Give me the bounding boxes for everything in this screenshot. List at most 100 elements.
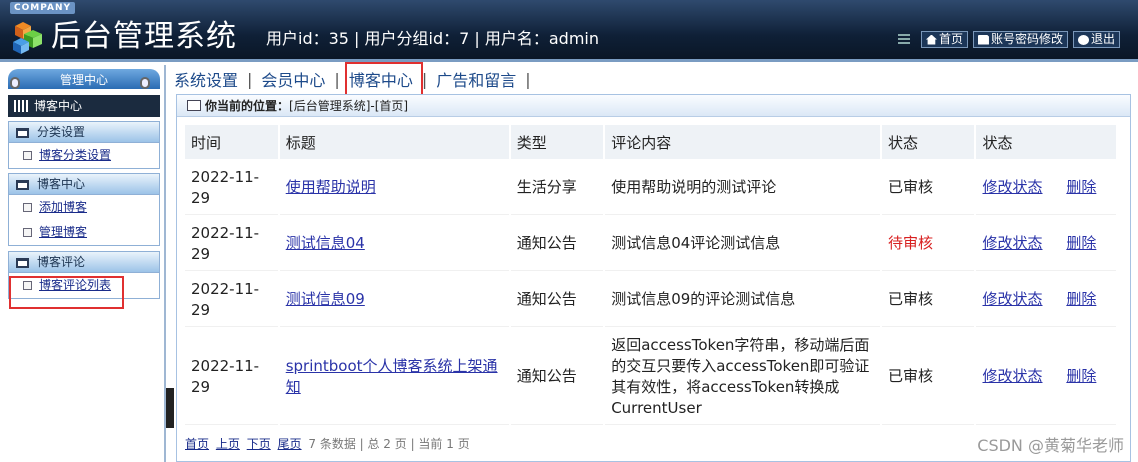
cell-actions: 修改状态 删除	[976, 217, 1116, 271]
page-icon	[23, 203, 32, 212]
title-link[interactable]: sprintboot个人博客系统上架通知	[286, 357, 498, 396]
panel-icon	[16, 258, 29, 268]
tab-ads-messages[interactable]: 广告和留言	[430, 67, 522, 91]
col-comment: 评论内容	[605, 125, 880, 159]
group-header[interactable]: 分类设置	[9, 122, 159, 143]
delete-link[interactable]: 删除	[1066, 234, 1096, 252]
group-header[interactable]: 博客中心	[9, 174, 159, 195]
title-link[interactable]: 使用帮助说明	[286, 178, 376, 196]
cell-status: 已审核	[881, 161, 975, 215]
edit-status-link[interactable]: 修改状态	[982, 367, 1042, 385]
tab-separator: |	[525, 69, 531, 89]
cell-comment: 测试信息04评论测试信息	[605, 217, 880, 271]
window-icon	[187, 100, 201, 111]
cell-actions: 修改状态 删除	[976, 329, 1116, 425]
table-row: 2022-11-29 测试信息09 通知公告 测试信息09的评论测试信息 已审核…	[185, 273, 1116, 327]
tab-separator: |	[247, 69, 253, 89]
cell-actions: 修改状态 删除	[976, 161, 1116, 215]
cell-time: 2022-11-29	[185, 329, 278, 425]
col-time: 时间	[185, 125, 278, 159]
pin-right-icon	[140, 77, 150, 89]
change-password-link[interactable]: 账号密码修改	[972, 31, 1068, 48]
user-info: 用户id：35 | 用户分组id：7 | 用户名：admin	[266, 29, 600, 48]
breadcrumb: 你当前的位置：[后台管理系统]-[首页]	[177, 95, 1130, 117]
cell-time: 2022-11-29	[185, 273, 278, 327]
panel-icon	[16, 180, 29, 190]
edit-status-link[interactable]: 修改状态	[982, 290, 1042, 308]
comment-table: 时间 标题 类型 评论内容 状态 状态 2022-11-29 使用帮助说明 生活…	[183, 123, 1118, 427]
delete-link[interactable]: 删除	[1066, 178, 1096, 196]
sidebar: 管理中心 博客中心 分类设置 博客分类设置 博客中心 添加博客 管理博客 博客评…	[0, 65, 166, 462]
sidebar-item-manage-blog[interactable]: 管理博客	[9, 220, 159, 245]
home-link[interactable]: 首页	[920, 31, 968, 48]
cell-status: 已审核	[881, 273, 975, 327]
cell-type: 通知公告	[510, 273, 604, 327]
main-content: 你当前的位置：[后台管理系统]-[首页] 时间 标题 类型 评论内容 状态 状态…	[176, 94, 1131, 462]
cell-title: 使用帮助说明	[279, 161, 509, 215]
col-actions: 状态	[976, 125, 1116, 159]
col-type: 类型	[510, 125, 604, 159]
sidebar-item-add-blog[interactable]: 添加博客	[9, 195, 159, 220]
group-header[interactable]: 博客评论	[9, 252, 159, 273]
cell-type: 通知公告	[510, 217, 604, 271]
edit-status-link[interactable]: 修改状态	[982, 178, 1042, 196]
page-icon	[23, 151, 32, 160]
delete-link[interactable]: 删除	[1066, 290, 1096, 308]
col-status: 状态	[881, 125, 975, 159]
mgmt-center-title: 管理中心	[8, 69, 160, 89]
title-link[interactable]: 测试信息09	[286, 290, 365, 308]
pager-summary: 7 条数据 | 总 2 页 | 当前 1 页	[308, 437, 470, 451]
table-row: 2022-11-29 使用帮助说明 生活分享 使用帮助说明的测试评论 已审核 修…	[185, 161, 1116, 215]
cell-comment: 使用帮助说明的测试评论	[605, 161, 880, 215]
company-badge: COMPANY	[10, 2, 75, 14]
cube-logo-icon	[13, 22, 42, 54]
title-link[interactable]: 测试信息04	[286, 234, 365, 252]
top-links: 首页 账号密码修改 退出	[897, 31, 1120, 48]
document-icon	[977, 34, 989, 45]
cell-type: 生活分享	[510, 161, 604, 215]
cell-type: 通知公告	[510, 329, 604, 425]
sidebar-item-blog-category[interactable]: 博客分类设置	[9, 143, 159, 168]
first-page-link[interactable]: 首页	[185, 437, 209, 451]
cell-comment: 测试信息09的评论测试信息	[605, 273, 880, 327]
cell-title: sprintboot个人博客系统上架通知	[279, 329, 509, 425]
tab-separator: |	[334, 69, 340, 89]
cell-actions: 修改状态 删除	[976, 273, 1116, 327]
sidebar-active-section[interactable]: 博客中心	[8, 95, 160, 117]
page-icon	[23, 228, 32, 237]
cell-status: 待审核	[881, 217, 975, 271]
app-header: COMPANY 后台管理系统 用户id：35 | 用户分组id：7 | 用户名：…	[0, 0, 1138, 62]
sidebar-collapse-handle[interactable]	[166, 388, 174, 428]
tab-member-center[interactable]: 会员中心	[255, 67, 331, 91]
grid-icon	[14, 100, 28, 112]
app-title: 后台管理系统	[51, 19, 237, 54]
highlight-box	[345, 62, 423, 96]
power-icon	[1077, 34, 1089, 45]
grip-icon	[897, 33, 910, 46]
watermark: CSDN @黄菊华老师	[977, 436, 1124, 455]
pagination: 首页 上页 下页 尾页 7 条数据 | 总 2 页 | 当前 1 页	[185, 435, 470, 452]
cell-title: 测试信息09	[279, 273, 509, 327]
delete-link[interactable]: 删除	[1066, 367, 1096, 385]
cell-time: 2022-11-29	[185, 161, 278, 215]
table-header-row: 时间 标题 类型 评论内容 状态 状态	[185, 125, 1116, 159]
prev-page-link[interactable]: 上页	[216, 437, 240, 451]
last-page-link[interactable]: 尾页	[278, 437, 302, 451]
next-page-link[interactable]: 下页	[247, 437, 271, 451]
highlight-box	[9, 276, 124, 309]
cell-status: 已审核	[881, 329, 975, 425]
table-row: 2022-11-29 sprintboot个人博客系统上架通知 通知公告 返回a…	[185, 329, 1116, 425]
tab-system-settings[interactable]: 系统设置	[168, 67, 244, 91]
sidebar-group-category: 分类设置 博客分类设置	[8, 121, 160, 169]
logout-link[interactable]: 退出	[1072, 31, 1120, 48]
col-title: 标题	[279, 125, 509, 159]
pin-left-icon	[10, 77, 20, 89]
edit-status-link[interactable]: 修改状态	[982, 234, 1042, 252]
home-icon	[925, 34, 937, 45]
table-row: 2022-11-29 测试信息04 通知公告 测试信息04评论测试信息 待审核 …	[185, 217, 1116, 271]
sidebar-group-blog: 博客中心 添加博客 管理博客	[8, 173, 160, 246]
cell-comment: 返回accessToken字符串，移动端后面的交互只要传入accessToken…	[605, 329, 880, 425]
cell-title: 测试信息04	[279, 217, 509, 271]
cell-time: 2022-11-29	[185, 217, 278, 271]
panel-icon	[16, 128, 29, 138]
